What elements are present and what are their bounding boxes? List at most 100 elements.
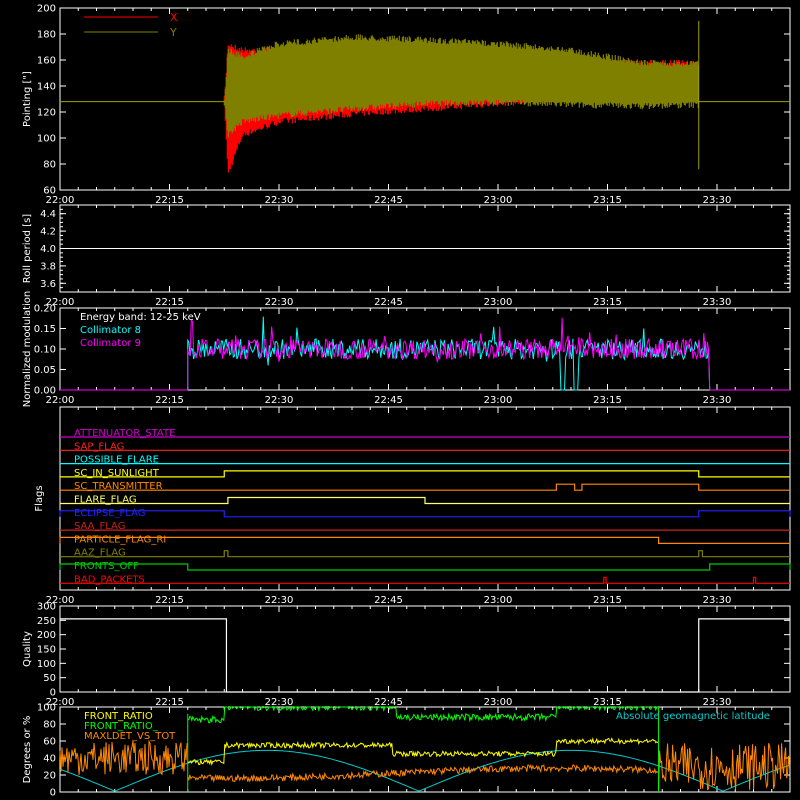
x-tick-label: 23:30 xyxy=(703,297,732,308)
x-tick-label: 22:45 xyxy=(374,395,403,406)
y-tick-label: 80 xyxy=(43,720,56,731)
y-tick-label: 60 xyxy=(43,186,56,197)
series-front-ratio-2 xyxy=(187,705,658,724)
y-tick-label: 80 xyxy=(43,160,56,171)
x-tick-label: 22:00 xyxy=(46,395,75,406)
x-tick-label: 22:00 xyxy=(46,195,75,206)
flag-label-particle-flag-ri: PARTICLE_FLAG_RI xyxy=(74,534,166,545)
y-tick-label: 40 xyxy=(43,754,56,765)
x-tick-label: 23:15 xyxy=(593,297,622,308)
x-tick-label: 22:15 xyxy=(155,195,184,206)
y-axis-label: Pointing ["] xyxy=(22,71,33,127)
x-tick-label: 23:15 xyxy=(593,595,622,606)
flag-line-bad-packets xyxy=(60,576,790,584)
legend-label-maxldet-vs-tot: MAXLDET_VS_TOT xyxy=(84,731,176,742)
y-tick-label: 160 xyxy=(37,56,56,67)
x-tick-label: 22:15 xyxy=(155,395,184,406)
x-tick-label: 23:15 xyxy=(593,395,622,406)
y-tick-label: 200 xyxy=(37,4,56,15)
flag-label-fronts-off: FRONTS_OFF xyxy=(74,561,139,572)
y-tick-label: 300 xyxy=(37,602,56,613)
x-tick-label: 23:15 xyxy=(593,697,622,708)
x-tick-label: 23:00 xyxy=(484,595,513,606)
y-tick-label: 100 xyxy=(37,659,56,670)
flag-label-aaz-flag: AAZ_FLAG xyxy=(74,548,126,559)
flag-label-eclipse-flag: ECLIPSE_FLAG xyxy=(74,508,145,519)
x-tick-label: 22:30 xyxy=(265,395,294,406)
x-tick-label: 23:00 xyxy=(484,395,513,406)
y-tick-label: 180 xyxy=(37,30,56,41)
y-tick-label: 0 xyxy=(50,688,56,699)
y-tick-label: 0 xyxy=(50,788,56,799)
y-tick-label: 100 xyxy=(37,134,56,145)
legend-label-collimator-9: Collimator 9 xyxy=(80,338,141,349)
flag-label-flare-flag: FLARE_FLAG xyxy=(74,495,137,506)
flag-line-fronts-off xyxy=(59,563,791,571)
x-tick-label: 23:00 xyxy=(484,697,513,708)
x-tick-label: 23:30 xyxy=(703,195,732,206)
y-tick-label: 250 xyxy=(37,616,56,627)
y-tick-label: 0.10 xyxy=(34,345,56,356)
flag-line-aaz-flag xyxy=(60,550,790,558)
flag-label-saa-flag: SAA_FLAG xyxy=(74,521,125,532)
flag-label-sc-transmitter: SC_TRANSMITTER xyxy=(74,481,163,492)
modulation-series-collimator-9 xyxy=(187,317,711,391)
x-tick-label: 22:45 xyxy=(374,595,403,606)
flag-line-sc-transmitter xyxy=(60,483,790,491)
y-tick-label: 4.0 xyxy=(40,244,56,255)
quality-line xyxy=(60,618,790,693)
y-axis-label: Normalized modulation xyxy=(22,291,33,408)
x-tick-label: 23:30 xyxy=(703,697,732,708)
y-tick-label: 4.4 xyxy=(40,209,56,220)
x-tick-label: 22:30 xyxy=(265,195,294,206)
x-tick-label: 22:15 xyxy=(155,595,184,606)
x-tick-label: 22:30 xyxy=(265,697,294,708)
y-tick-label: 50 xyxy=(43,673,56,684)
x-tick-label: 22:15 xyxy=(155,297,184,308)
legend-label-geomagnetic-latitude: Absolute geomagnetic latitude xyxy=(616,711,770,722)
x-tick-label: 22:15 xyxy=(155,697,184,708)
y-tick-label: 0.15 xyxy=(34,324,56,335)
x-tick-label: 22:30 xyxy=(265,595,294,606)
flag-label-attenuator-state: ATTENUATOR_STATE xyxy=(74,428,175,439)
y-tick-label: 200 xyxy=(37,630,56,641)
y-tick-label: 0.05 xyxy=(34,365,56,376)
y-axis-label: Degrees or % xyxy=(22,716,33,784)
x-tick-label: 22:45 xyxy=(374,697,403,708)
series-front-ratio xyxy=(187,736,659,767)
flag-line-flare-flag xyxy=(60,496,790,505)
x-tick-label: 23:00 xyxy=(484,195,513,206)
x-tick-label: 22:45 xyxy=(374,297,403,308)
series-maxldet-right xyxy=(658,743,791,791)
x-tick-label: 22:45 xyxy=(374,195,403,206)
flag-label-sap-flag: SAP_FLAG xyxy=(74,441,124,452)
legend-label-y: Y xyxy=(169,26,177,39)
flag-line-particle-flag-ri xyxy=(59,536,790,544)
y-tick-label: 100 xyxy=(37,703,56,714)
energy-band-annotation: Energy band: 12-25 keV xyxy=(80,312,201,323)
x-tick-label: 22:30 xyxy=(265,297,294,308)
x-tick-label: 23:30 xyxy=(703,395,732,406)
flag-label-bad-packets: BAD_PACKETS xyxy=(74,574,145,585)
y-tick-label: 20 xyxy=(43,771,56,782)
legend-label-x: X xyxy=(170,11,178,24)
x-tick-label: 23:15 xyxy=(593,195,622,206)
y-tick-label: 140 xyxy=(37,82,56,93)
y-tick-label: 4.2 xyxy=(40,227,56,238)
y-tick-label: 120 xyxy=(37,108,56,119)
legend-label-collimator-8: Collimator 8 xyxy=(80,325,141,336)
x-tick-label: 23:00 xyxy=(484,297,513,308)
flag-line-sc-in-sunlight xyxy=(60,470,790,478)
y-tick-label: 3.6 xyxy=(40,279,56,290)
y-tick-label: 60 xyxy=(43,737,56,748)
y-tick-label: 3.8 xyxy=(40,261,56,272)
flag-label-possible-flare: POSSIBLE_FLARE xyxy=(74,455,159,466)
chart-canvas: 22:00 22:15 22:30 22:45 23:00 23:15 23:30 22:00… xyxy=(0,0,800,800)
flag-line-eclipse-flag xyxy=(59,510,791,518)
y-tick-label: 0.20 xyxy=(34,304,56,315)
x-tick-label: 23:30 xyxy=(703,595,732,606)
y-axis-label: Flags xyxy=(34,485,45,511)
y-axis-label: Quality xyxy=(22,631,33,667)
series-maxldet-middle xyxy=(187,763,659,783)
y-tick-label: 0.00 xyxy=(34,386,56,397)
